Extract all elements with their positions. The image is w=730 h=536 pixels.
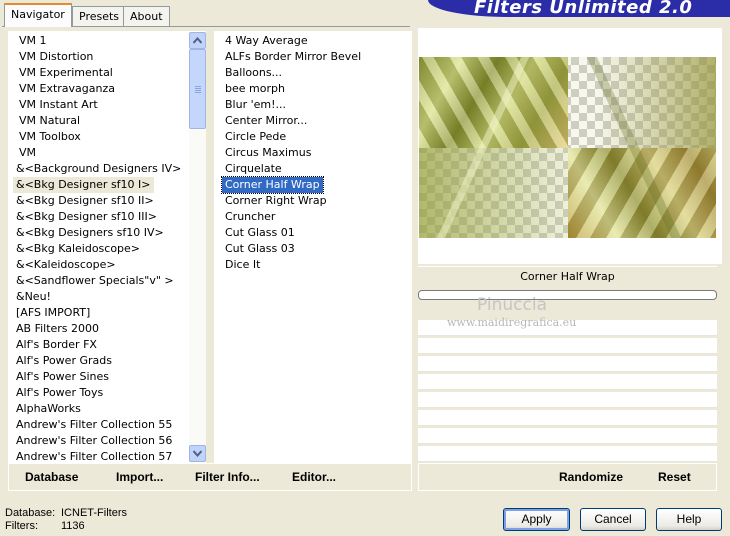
filter-item[interactable]: Corner Half Wrap xyxy=(221,176,324,194)
category-item[interactable]: [AFS IMPORT] xyxy=(13,305,93,321)
category-item[interactable]: &<Background Designers IV> xyxy=(13,161,184,177)
scroll-up-button[interactable] xyxy=(189,32,206,49)
tab-about[interactable]: About xyxy=(123,6,170,26)
filters-count-value: 1136 xyxy=(61,520,85,532)
filter-item[interactable]: Dice It xyxy=(222,257,263,273)
filter-info-button[interactable]: Filter Info... xyxy=(195,470,260,484)
database-button[interactable]: Database xyxy=(25,470,78,484)
category-item[interactable]: VM 1 xyxy=(16,33,50,49)
filter-item[interactable]: Blur 'em!... xyxy=(222,97,289,113)
preview-image xyxy=(419,57,716,238)
category-item[interactable]: Alf's Power Toys xyxy=(13,385,106,401)
database-value: ICNET-Filters xyxy=(61,507,127,519)
category-item[interactable]: &Neu! xyxy=(13,289,54,305)
category-item[interactable]: VM Instant Art xyxy=(16,97,101,113)
tab-presets[interactable]: Presets xyxy=(72,6,127,26)
category-item[interactable]: Alf's Power Grads xyxy=(13,353,115,369)
category-item[interactable]: VM Natural xyxy=(16,113,83,129)
category-item[interactable]: AlphaWorks xyxy=(13,401,84,417)
category-item[interactable]: VM Experimental xyxy=(16,65,116,81)
cancel-button[interactable]: Cancel xyxy=(580,508,646,531)
chevron-down-icon xyxy=(193,450,202,457)
category-scrollbar[interactable] xyxy=(189,32,206,462)
filter-item[interactable]: Center Mirror... xyxy=(222,113,310,129)
progress-bar xyxy=(418,290,717,300)
watermark-url: www.maidiregrafica.eu xyxy=(447,316,577,329)
category-item[interactable]: Alf's Power Sines xyxy=(13,369,112,385)
category-item[interactable]: &<Bkg Designer sf10 I> xyxy=(13,177,154,193)
category-item[interactable]: AB Filters 2000 xyxy=(13,321,102,337)
category-item[interactable]: VM Distortion xyxy=(16,49,96,65)
watermark-name: Pinuccia xyxy=(477,295,547,315)
parameter-row xyxy=(418,338,717,354)
filter-item[interactable]: Cirquelate xyxy=(222,161,285,177)
parameter-row xyxy=(418,392,717,408)
parameter-row xyxy=(418,410,717,426)
filter-item[interactable]: Cruncher xyxy=(222,209,278,225)
chevron-up-icon xyxy=(193,37,202,44)
filter-item[interactable]: Corner Right Wrap xyxy=(222,193,330,209)
scroll-thumb[interactable] xyxy=(189,49,206,129)
category-item[interactable]: Andrew's Filter Collection 56 xyxy=(13,433,175,449)
filter-item[interactable]: Cut Glass 03 xyxy=(222,241,298,257)
category-list[interactable]: VM 1 VM Distortion VM Experimental VM Extra… xyxy=(8,31,206,463)
editor-button[interactable]: Editor... xyxy=(292,470,336,484)
filter-item[interactable]: Cut Glass 01 xyxy=(222,225,298,241)
category-item[interactable]: &<Bkg Designer sf10 II> xyxy=(13,193,157,209)
filter-item[interactable]: Circus Maximus xyxy=(222,145,314,161)
parameter-row xyxy=(418,446,717,462)
database-label: Database: xyxy=(5,507,56,519)
category-item[interactable]: &<Bkg Designers sf10 IV> xyxy=(13,225,167,241)
filter-item[interactable]: ALFs Border Mirror Bevel xyxy=(222,49,364,65)
filter-list[interactable]: 4 Way Average ALFs Border Mirror Bevel Bal… xyxy=(214,31,412,463)
reset-button[interactable]: Reset xyxy=(658,470,691,484)
parameter-row xyxy=(418,374,717,390)
help-button[interactable]: Help xyxy=(656,508,722,531)
category-item[interactable]: VM xyxy=(16,145,39,161)
category-item[interactable]: VM Extravaganza xyxy=(16,81,118,97)
randomize-button[interactable]: Randomize xyxy=(559,470,623,484)
category-item[interactable]: &<Bkg Kaleidoscope> xyxy=(13,241,143,257)
category-item[interactable]: &<Kaleidoscope> xyxy=(13,257,119,273)
filter-item[interactable]: Circle Pede xyxy=(222,129,289,145)
filter-item[interactable]: bee morph xyxy=(222,81,288,97)
apply-button[interactable]: Apply xyxy=(503,508,570,531)
category-item[interactable]: &<Bkg Designer sf10 III> xyxy=(13,209,160,225)
import-button[interactable]: Import... xyxy=(116,470,163,484)
parameter-row xyxy=(418,428,717,444)
category-item[interactable]: Andrew's Filter Collection 55 xyxy=(13,417,175,433)
category-item[interactable]: VM Toolbox xyxy=(16,129,84,145)
tab-navigator[interactable]: Navigator xyxy=(4,3,72,27)
filter-item[interactable]: 4 Way Average xyxy=(222,33,311,49)
filter-item[interactable]: Balloons... xyxy=(222,65,285,81)
window-title: Filters Unlimited 2.0 xyxy=(474,0,693,18)
category-item[interactable]: &<Sandflower Specials"v" > xyxy=(13,273,177,289)
parameter-row xyxy=(418,356,717,372)
selected-filter-name: Corner Half Wrap xyxy=(418,266,717,288)
category-item[interactable]: Alf's Border FX xyxy=(13,337,100,353)
scroll-down-button[interactable] xyxy=(189,445,206,462)
filters-count-label: Filters: xyxy=(5,520,38,532)
category-item[interactable]: Andrew's Filter Collection 57 xyxy=(13,449,175,462)
